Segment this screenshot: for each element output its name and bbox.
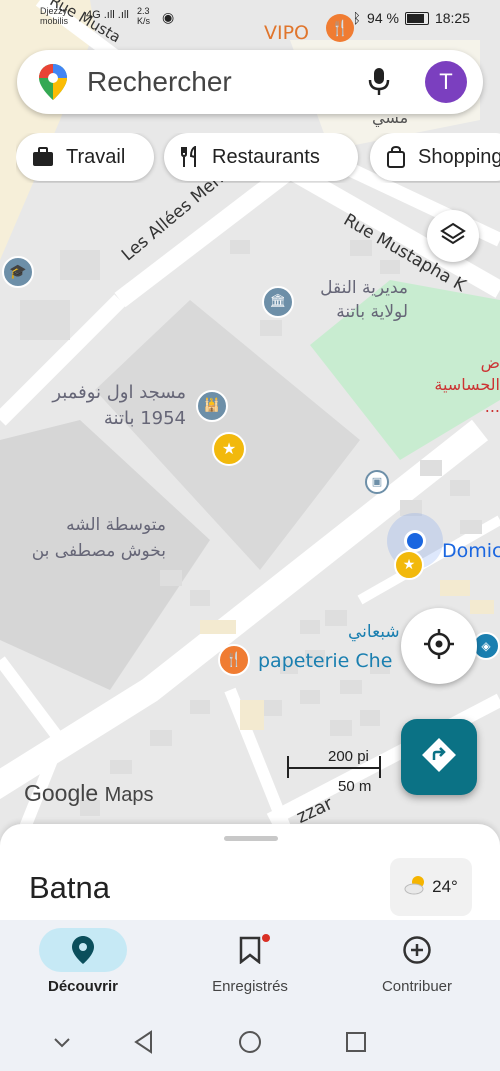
layers-button[interactable]	[427, 210, 479, 262]
transport-office-city: لولاية باتنة	[336, 302, 408, 322]
battery-percent: 94 %	[367, 10, 399, 26]
papeterie-label: papeterie Che	[258, 650, 393, 672]
mosque-icon: 🕌	[203, 398, 221, 413]
home-star-marker[interactable]: ★	[394, 550, 424, 580]
park-label: ض الحساسية ...	[420, 352, 500, 418]
transport-office-marker[interactable]: 🏛	[262, 286, 294, 318]
clock: 18:25	[434, 10, 470, 26]
my-location-button[interactable]	[401, 608, 477, 684]
temperature: 24°	[432, 877, 458, 896]
map-canvas[interactable]: 🍴 VIPO Rue Musta Rue Mustapha K Les Allé…	[0, 0, 500, 840]
chip-travail[interactable]: Travail	[16, 133, 154, 181]
home-icon[interactable]	[238, 1030, 262, 1059]
park-name: ض	[480, 353, 500, 372]
scale-metric: 50 m	[338, 778, 372, 795]
carrier-name: Djezzy	[40, 6, 68, 16]
crosshair-icon	[422, 627, 456, 666]
school-name-line2: بخوش مصطفى بن	[31, 541, 166, 561]
maps-logo-word: Maps	[104, 784, 154, 806]
nav-decouvrir[interactable]: Découvrir	[18, 928, 148, 995]
school-label: متوسطة الشه بخوش مصطفى بن	[0, 512, 166, 564]
domicile-label: Domic	[442, 540, 500, 562]
fork-knife-icon	[180, 146, 200, 168]
government-building-icon: 🏛	[269, 294, 287, 309]
search-input[interactable]: Rechercher	[87, 66, 232, 98]
chevron-down-icon[interactable]	[52, 1032, 72, 1057]
status-bar: Djezzy mobilis 4G .ıll .ıll 2.3 K/s ◉ ᛒ …	[0, 0, 500, 38]
category-chips: Travail Restaurants Shopping	[16, 133, 500, 183]
google-maps-logo: Google Maps	[24, 780, 153, 807]
place-title: Batna	[29, 870, 111, 905]
bluetooth-icon: ᛒ	[352, 10, 362, 26]
layers-icon	[440, 221, 466, 252]
data-rate: 2.3 K/s	[137, 6, 150, 26]
back-icon[interactable]	[132, 1030, 156, 1059]
search-bar[interactable]: Rechercher T	[17, 50, 483, 114]
papeterie-arabic-label: شبعاني	[348, 622, 400, 642]
notification-dot	[262, 934, 270, 942]
carrier-name-secondary: mobilis	[40, 16, 69, 26]
status-right: ᛒ 94 % 18:25	[353, 10, 470, 26]
directions-icon	[422, 737, 456, 777]
directions-button[interactable]	[401, 719, 477, 795]
add-circle-icon	[373, 928, 461, 972]
signal-icon: 4G .ıll .ıll	[86, 9, 129, 21]
papeterie-marker[interactable]: 🍴	[218, 644, 250, 676]
mosque-name: مسجد اول نوفمبر	[52, 382, 186, 403]
transport-office-name: مديرية النقل	[320, 278, 408, 298]
nav-label: Enregistrés	[212, 978, 288, 995]
mosque-marker[interactable]: 🕌	[196, 390, 228, 422]
google-maps-pin-icon	[39, 64, 67, 105]
graduation-cap-icon: 🎓	[9, 264, 27, 280]
carrier-names: Djezzy mobilis	[40, 6, 68, 26]
mosque-label: مسجد اول نوفمبر 1954 باتنة	[34, 380, 186, 432]
starred-place-marker[interactable]: ★	[212, 432, 246, 466]
nav-label: Découvrir	[47, 978, 119, 995]
microphone-icon[interactable]	[367, 66, 391, 101]
weather-badge[interactable]: 24°	[390, 858, 472, 916]
park-name-line2: الحساسية ...	[434, 375, 500, 416]
partly-cloudy-icon	[404, 875, 428, 900]
sheet-drag-handle[interactable]	[224, 836, 278, 841]
transport-office-label: مديرية النقل لولاية باتنة	[300, 276, 408, 324]
briefcase-icon	[32, 147, 54, 167]
shopping-bag-icon: ◈	[481, 639, 491, 653]
nav-label: Contribuer	[381, 978, 453, 995]
fork-knife-icon: 🍴	[225, 652, 243, 668]
recents-icon[interactable]	[345, 1031, 367, 1058]
location-pin-icon	[39, 928, 127, 972]
eye-icon: ◉	[162, 9, 175, 25]
chip-label: Restaurants	[212, 145, 320, 168]
chip-label: Travail	[66, 145, 126, 168]
school-marker[interactable]: 🎓	[2, 256, 34, 288]
star-icon: ★	[221, 439, 237, 458]
battery-icon	[404, 11, 429, 25]
star-icon: ★	[402, 557, 416, 573]
mosque-name-line2: 1954 باتنة	[103, 408, 186, 429]
nav-enregistres[interactable]: Enregistrés	[185, 928, 315, 995]
shopping-bag-icon	[386, 146, 406, 168]
school-name: متوسطة الشه	[66, 515, 166, 535]
chip-label: Shopping	[418, 145, 500, 168]
scale-imperial: 200 pi	[328, 748, 369, 765]
chip-restaurants[interactable]: Restaurants	[164, 133, 358, 181]
bus-stop-marker[interactable]: ▣	[365, 470, 389, 494]
system-navigation-bar	[0, 1030, 500, 1060]
nav-contribuer[interactable]: Contribuer	[352, 928, 482, 995]
map-scale: 200 pi 50 m	[286, 748, 386, 798]
google-logo-word: Google	[24, 780, 99, 806]
chip-shopping[interactable]: Shopping	[370, 133, 500, 181]
bus-icon: ▣	[371, 475, 383, 488]
data-rate-unit: K/s	[137, 16, 151, 26]
bookmark-icon	[206, 928, 294, 972]
avatar[interactable]: T	[425, 61, 467, 103]
data-rate-value: 2.3	[137, 6, 150, 16]
